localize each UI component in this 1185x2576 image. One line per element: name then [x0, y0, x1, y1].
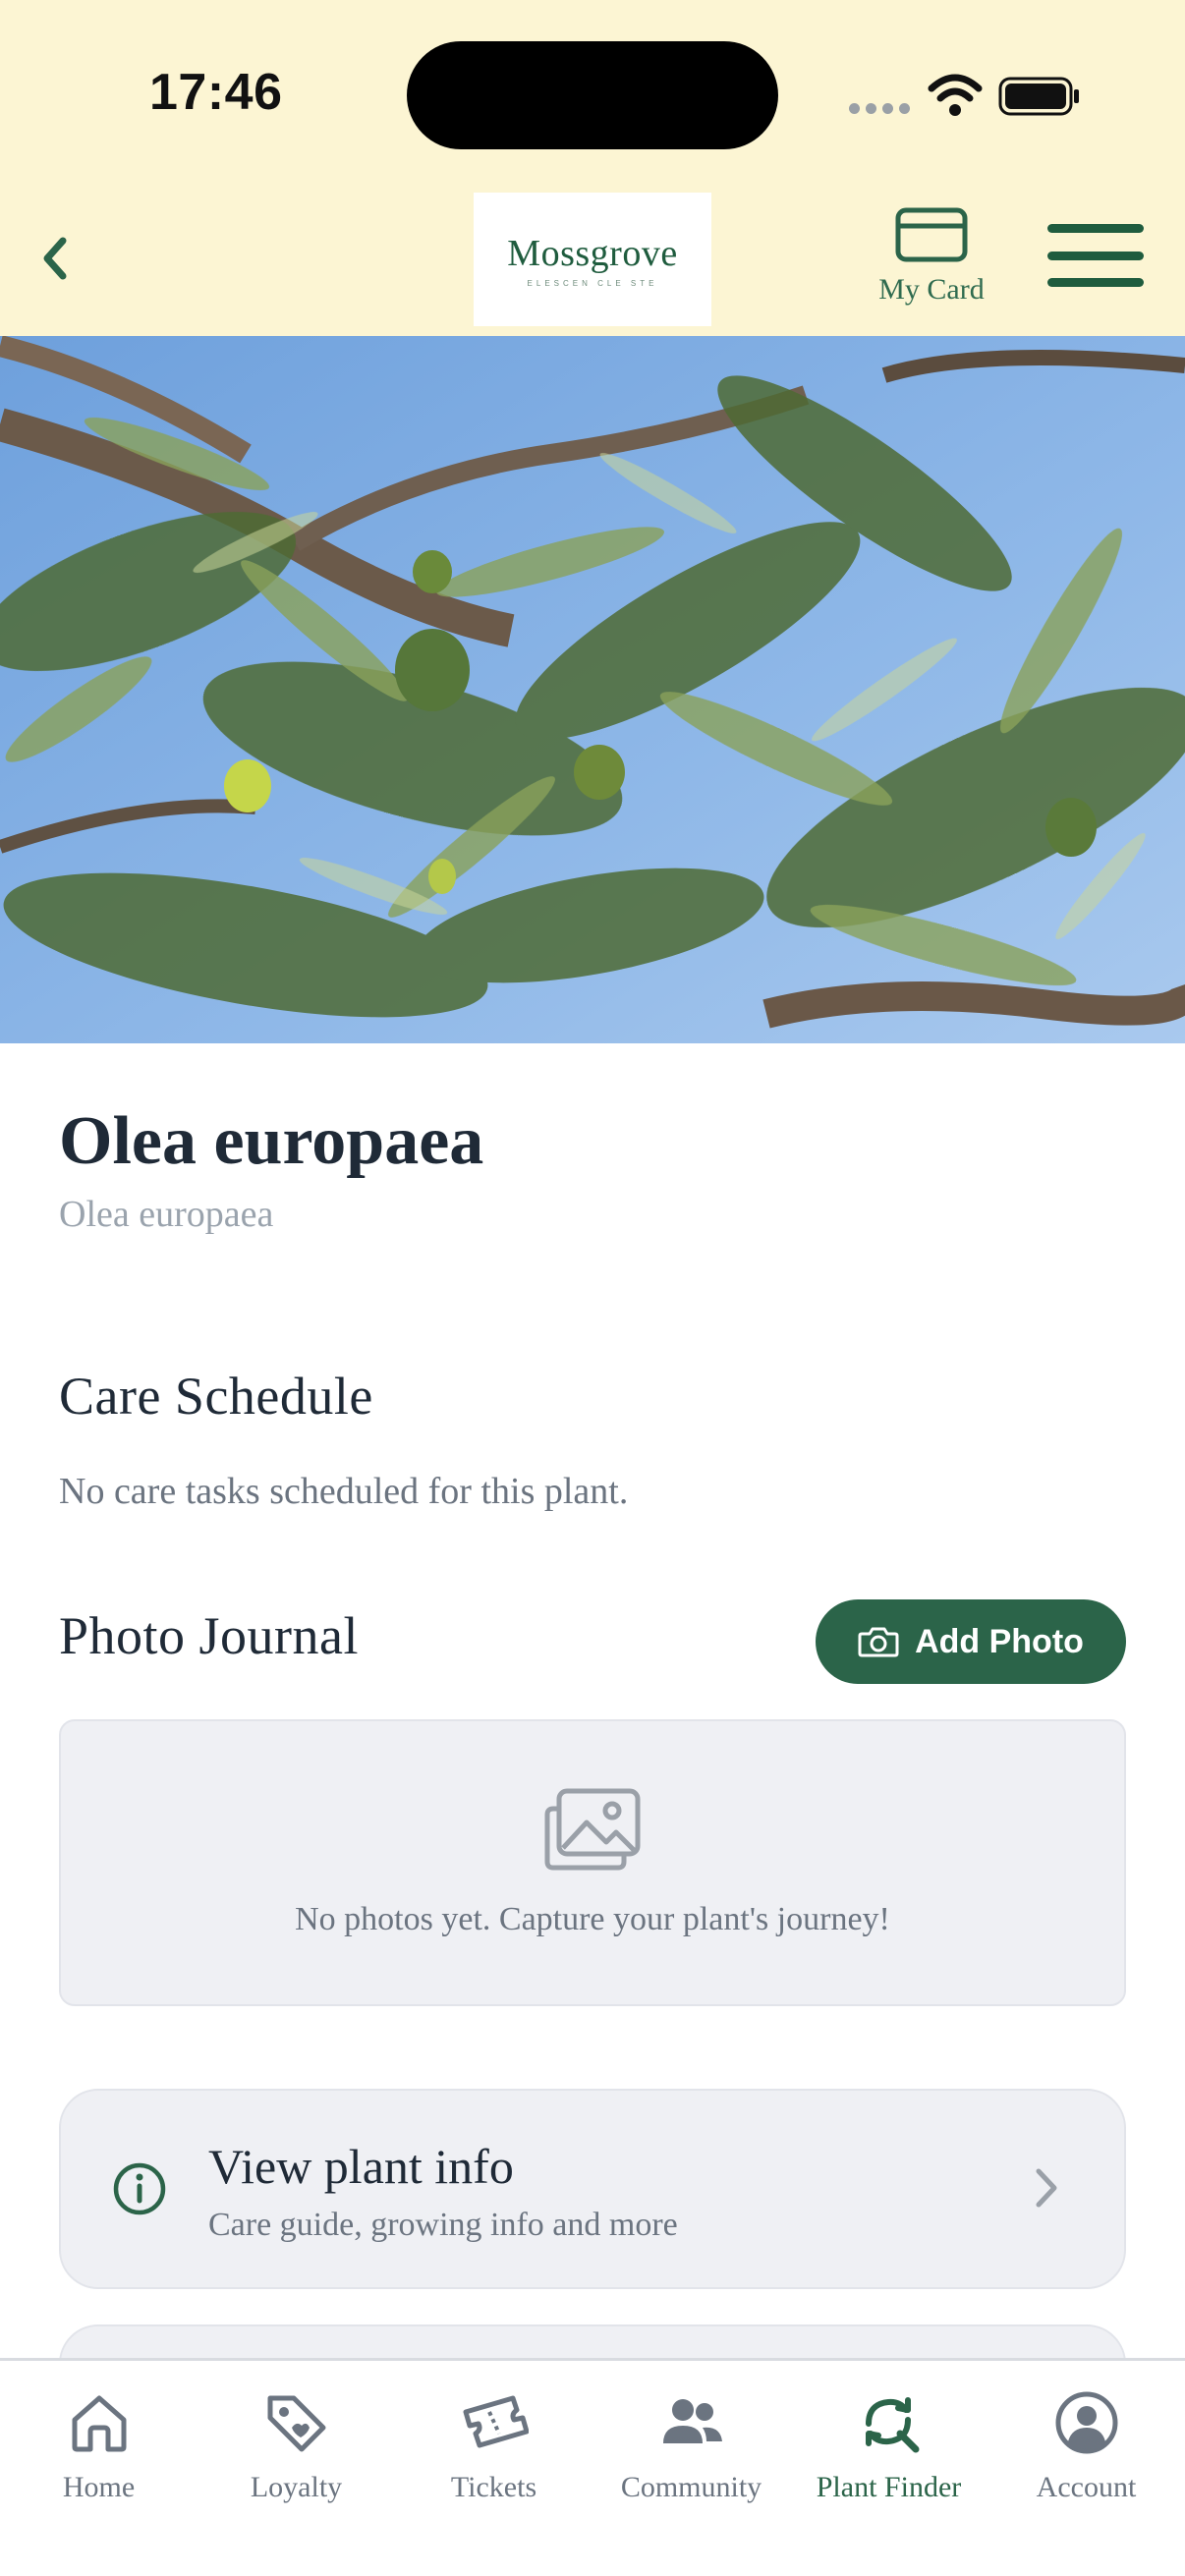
add-photo-label: Add Photo [915, 1622, 1084, 1660]
bottom-tab-bar: Home Loyalty Tickets Community Plant Fin… [0, 2358, 1185, 2576]
photo-journal-heading: Photo Journal [59, 1606, 360, 1665]
add-photo-button[interactable]: Add Photo [816, 1599, 1126, 1684]
home-icon [72, 2395, 126, 2452]
menu-bar-2 [1047, 251, 1144, 260]
plant-detail-screen: 17:46 Mossgrove ELESCEN CLE STE My Card … [0, 0, 1185, 2576]
cellular-signal-icon [849, 103, 910, 114]
ticket-icon [463, 2395, 529, 2448]
logo-text: Mossgrove [507, 232, 678, 274]
care-schedule-empty-text: No care tasks scheduled for this plant. [59, 1471, 629, 1512]
people-icon [662, 2399, 722, 2443]
tab-tickets-label: Tickets [450, 2471, 537, 2503]
tab-home[interactable]: Home [0, 2361, 198, 2576]
menu-button[interactable] [1047, 220, 1144, 291]
tab-loyalty[interactable]: Loyalty [198, 2361, 395, 2576]
view-plant-info-subtitle: Care guide, growing info and more [208, 2207, 678, 2243]
tab-plant-finder[interactable]: Plant Finder [790, 2361, 988, 2576]
tab-community[interactable]: Community [592, 2361, 790, 2576]
camera-icon [858, 1627, 899, 1657]
dynamic-island [407, 41, 778, 149]
menu-bar-3 [1047, 278, 1144, 287]
my-card-label: My Card [878, 273, 985, 306]
plant-search-icon [865, 2397, 919, 2453]
photo-journal-empty-state: No photos yet. Capture your plant's jour… [59, 1719, 1126, 2006]
tab-tickets[interactable]: Tickets [395, 2361, 592, 2576]
tab-home-label: Home [62, 2471, 136, 2503]
tab-account-label: Account [1036, 2471, 1137, 2503]
tag-icon [267, 2395, 325, 2452]
chevron-right-icon [1036, 2168, 1057, 2208]
back-button[interactable] [29, 224, 79, 293]
top-bar: 17:46 Mossgrove ELESCEN CLE STE My Card [0, 0, 1185, 336]
view-plant-info-title: View plant info [208, 2139, 514, 2194]
wifi-icon [928, 74, 983, 116]
battery-icon [998, 77, 1079, 116]
status-time: 17:46 [149, 64, 283, 121]
tab-community-label: Community [620, 2471, 762, 2503]
photo-journal-empty-text: No photos yet. Capture your plant's jour… [295, 1901, 890, 1937]
card-icon [895, 207, 968, 262]
info-icon [113, 2162, 166, 2215]
images-icon [544, 1788, 641, 1871]
plant-title: Olea europaea [59, 1103, 484, 1179]
tab-account[interactable]: Account [988, 2361, 1185, 2576]
tab-loyalty-label: Loyalty [250, 2471, 343, 2503]
plant-hero-image [0, 336, 1185, 1043]
tab-plant-finder-label: Plant Finder [816, 2471, 962, 2503]
menu-bar-1 [1047, 224, 1144, 233]
plant-scientific-name: Olea europaea [59, 1194, 274, 1235]
care-schedule-heading: Care Schedule [59, 1367, 373, 1426]
chevron-left-icon [43, 237, 67, 280]
my-card-button[interactable]: My Card [865, 206, 998, 322]
view-plant-info-row[interactable]: View plant info Care guide, growing info… [59, 2089, 1126, 2289]
brand-logo[interactable]: Mossgrove ELESCEN CLE STE [474, 193, 711, 326]
user-circle-icon [1055, 2391, 1117, 2454]
logo-tagline: ELESCEN CLE STE [527, 278, 658, 288]
